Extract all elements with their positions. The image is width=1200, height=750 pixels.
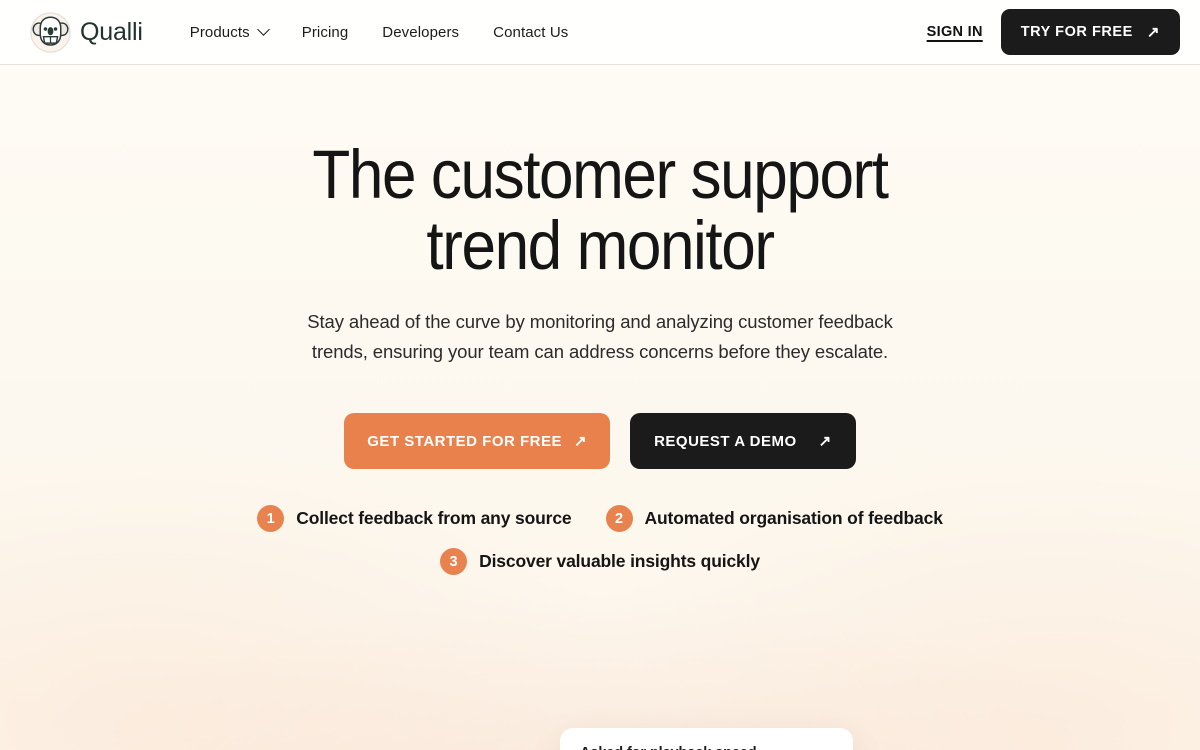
feature-badge-1: 1 bbox=[257, 505, 285, 532]
brand-name: Qualli bbox=[80, 17, 143, 46]
feature-item-1: 1 Collect feedback from any source bbox=[257, 505, 572, 532]
nav-item-products[interactable]: Products bbox=[189, 22, 270, 41]
nav-item-products-label: Products bbox=[189, 23, 250, 41]
koala-logo-icon bbox=[30, 11, 71, 53]
arrow-up-right-icon: ↗ bbox=[1146, 23, 1160, 41]
feature-row-secondary: 3 Discover valuable insights quickly bbox=[210, 548, 990, 575]
get-started-for-free-button[interactable]: GET STARTED FOR FREE ↗ bbox=[344, 413, 611, 469]
nav-item-developers[interactable]: Developers bbox=[382, 24, 459, 41]
site-header: Qualli Products Pricing Developers Conta… bbox=[0, 0, 1200, 65]
brand-logo[interactable]: Qualli bbox=[30, 11, 143, 53]
sign-in-link[interactable]: SIGN IN bbox=[927, 24, 983, 40]
header-actions: SIGN IN TRY FOR FREE ↗ bbox=[927, 9, 1180, 55]
request-demo-label: REQUEST A DEMO bbox=[654, 432, 797, 450]
page-title: The customer support trend monitor bbox=[312, 136, 889, 284]
feature-label-3: Discover valuable insights quickly bbox=[479, 551, 760, 571]
feature-badge-3: 3 bbox=[440, 548, 468, 575]
get-started-label: GET STARTED FOR FREE bbox=[367, 432, 562, 450]
nav-item-contact-us[interactable]: Contact Us bbox=[493, 24, 568, 41]
hero-feature-list: 1 Collect feedback from any source 2 Aut… bbox=[210, 505, 990, 575]
feature-badge-2: 2 bbox=[605, 505, 633, 532]
feedback-preview-card-title: Asked for playback speed bbox=[580, 745, 833, 750]
chevron-down-icon bbox=[256, 22, 270, 36]
hero-cta-row: GET STARTED FOR FREE ↗ REQUEST A DEMO ↗ bbox=[0, 413, 1200, 469]
hero-subtitle: Stay ahead of the curve by monitoring an… bbox=[307, 311, 893, 362]
arrow-up-right-icon: ↗ bbox=[818, 432, 832, 450]
arrow-up-right-icon: ↗ bbox=[574, 432, 588, 450]
feature-item-3: 3 Discover valuable insights quickly bbox=[440, 548, 760, 575]
nav-item-pricing[interactable]: Pricing bbox=[302, 24, 349, 41]
try-for-free-button[interactable]: TRY FOR FREE ↗ bbox=[1000, 9, 1180, 55]
feedback-preview-card[interactable]: Asked for playback speed bbox=[560, 728, 853, 750]
try-for-free-label: TRY FOR FREE bbox=[1020, 24, 1133, 40]
hero-section: The customer support trend monitor Stay … bbox=[0, 65, 1200, 575]
feature-label-2: Automated organisation of feedback bbox=[644, 508, 943, 528]
primary-navigation: Products Pricing Developers Contact Us bbox=[189, 22, 569, 41]
feature-item-2: 2 Automated organisation of feedback bbox=[605, 505, 943, 532]
request-a-demo-button[interactable]: REQUEST A DEMO ↗ bbox=[630, 413, 856, 469]
feature-label-1: Collect feedback from any source bbox=[296, 508, 572, 528]
